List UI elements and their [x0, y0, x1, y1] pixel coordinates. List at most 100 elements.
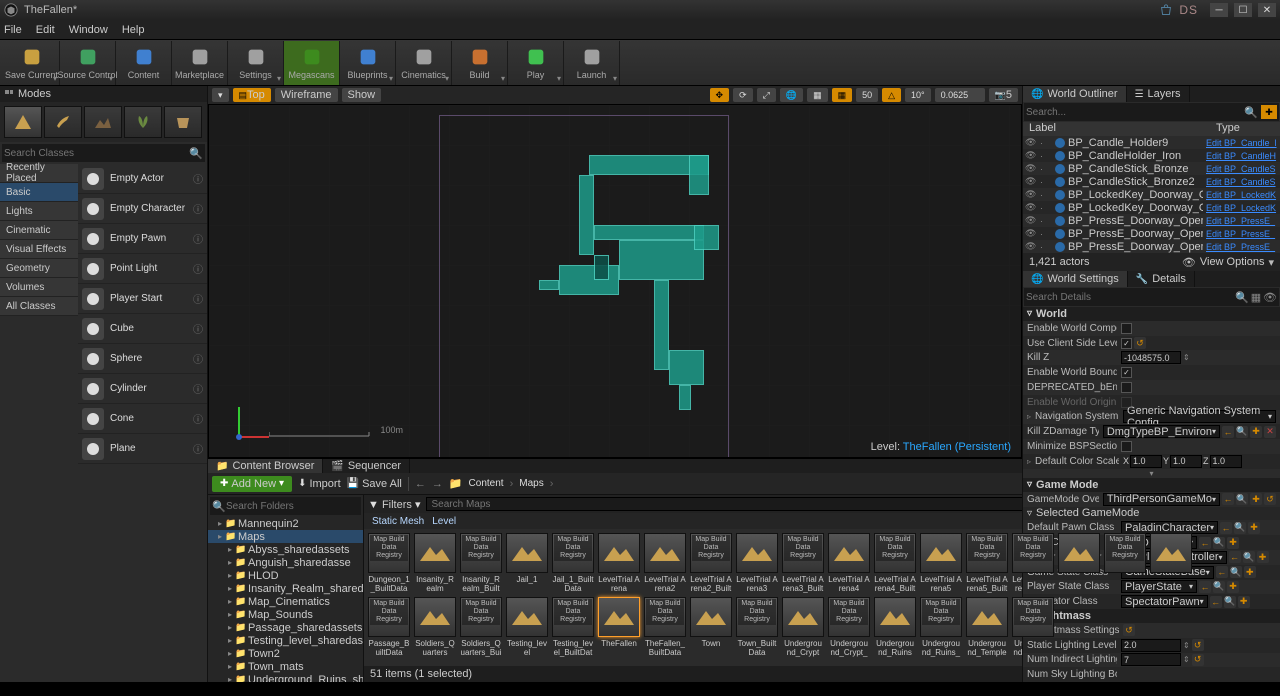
ps-combo[interactable]: PlayerState▾ [1121, 580, 1197, 593]
visibility-icon[interactable]: 👁 [1025, 241, 1037, 252]
folder-row[interactable]: ▸📁Testing_level_sharedassets [208, 634, 363, 647]
edit-link[interactable]: Edit BP_LockedK [1206, 190, 1278, 200]
outliner-row[interactable]: 👁·BP_LockedKey_Doorway_OpenCloseEdit BP_… [1023, 201, 1280, 214]
category-recently-placed[interactable]: Recently Placed [0, 164, 78, 183]
reset-icon[interactable]: ↺ [1123, 624, 1135, 636]
crumb-content[interactable]: Content [469, 478, 504, 489]
outliner-search-input[interactable] [1026, 107, 1243, 118]
tab-sequencer[interactable]: 🎬 Sequencer [323, 459, 410, 473]
place-item[interactable]: Coneⓘ [78, 404, 207, 434]
killz-input[interactable] [1121, 351, 1181, 364]
import-button[interactable]: ⬇ Import [298, 478, 341, 490]
info-icon[interactable]: ⓘ [193, 321, 203, 336]
transform-move[interactable]: ✥ [710, 88, 730, 102]
toolbar-launch[interactable]: Launch▾ [564, 41, 620, 85]
expand-arrow[interactable]: ▾ [1023, 469, 1280, 478]
close-button[interactable]: ✕ [1258, 3, 1276, 17]
minimize-button[interactable]: ─ [1210, 3, 1228, 17]
outliner-view-options[interactable]: 👁 View Options ▾ [1182, 256, 1274, 269]
spec-combo[interactable]: SpectatorPawn▾ [1121, 595, 1208, 608]
outliner-add-button[interactable]: ✚ [1261, 105, 1277, 119]
outliner-row[interactable]: 👁·BP_CandleHolder_IronEdit BP_CandleH [1023, 149, 1280, 162]
asset-item[interactable]: Map BuildData RegistryUnderground_Crypt_… [828, 597, 870, 657]
category-all-classes[interactable]: All Classes [0, 297, 78, 316]
asset-item[interactable]: Map BuildData RegistryDungeon_1_BuiltDat… [368, 533, 410, 593]
place-item[interactable]: Cylinderⓘ [78, 374, 207, 404]
nav-forward[interactable]: → [432, 478, 443, 490]
info-icon[interactable]: ⓘ [193, 411, 203, 426]
transform-rotate[interactable]: ⟳ [733, 88, 753, 102]
os-taskbar[interactable] [0, 682, 1280, 696]
mode-brush[interactable] [164, 106, 202, 138]
toolbar-play[interactable]: Play▾ [508, 41, 564, 85]
edit-link[interactable]: Edit BP_CandleS [1206, 177, 1278, 187]
menu-help[interactable]: Help [122, 24, 145, 36]
folder-row[interactable]: ▸📁Insanity_Realm_sharedass [208, 582, 363, 595]
visibility-icon[interactable]: 👁 [1025, 202, 1037, 213]
menu-file[interactable]: File [4, 24, 22, 36]
outliner-row[interactable]: 👁·BP_CandleStick_Bronze2Edit BP_CandleS [1023, 175, 1280, 188]
outliner-row[interactable]: 👁·BP_Candle_Holder9Edit BP_Candle_l [1023, 136, 1280, 149]
reset-icon[interactable]: ↺ [1134, 337, 1146, 349]
folder-row[interactable]: ▸📁Town_mats [208, 660, 363, 673]
folder-row[interactable]: ▸📁Passage_sharedassets [208, 621, 363, 634]
section-gamemode[interactable]: ▿ Game Mode [1023, 478, 1280, 492]
clear-icon[interactable]: ✕ [1264, 426, 1276, 438]
info-icon[interactable]: ⓘ [193, 171, 203, 186]
folder-row[interactable]: ▸📁HLOD [208, 569, 363, 582]
category-visual-effects[interactable]: Visual Effects [0, 240, 78, 259]
mode-paint[interactable] [44, 106, 82, 138]
info-icon[interactable]: ⓘ [193, 231, 203, 246]
toolbar-content[interactable]: Content [116, 41, 172, 85]
info-icon[interactable]: ⓘ [193, 201, 203, 216]
asset-item[interactable]: LevelTrial Arena [598, 533, 640, 593]
visibility-icon[interactable]: 👁 [1025, 163, 1037, 174]
asset-item[interactable]: Map BuildData RegistryJail_1_Built Data [552, 533, 594, 593]
grid-snap[interactable]: ▦ [832, 88, 853, 102]
asset-item[interactable]: Jail_1 [506, 533, 548, 593]
edit-link[interactable]: Edit BP_PressE_ [1206, 229, 1278, 239]
asset-item[interactable]: LevelTrial Arena4 [828, 533, 870, 593]
toolbar-marketplace[interactable]: Marketplace [172, 41, 228, 85]
visibility-icon[interactable]: 👁 [1025, 228, 1037, 239]
folders-search[interactable]: 🔍 [210, 497, 361, 515]
menu-window[interactable]: Window [69, 24, 108, 36]
colz[interactable] [1210, 455, 1242, 468]
chk-world-bounds[interactable]: ✓ [1121, 367, 1132, 378]
section-selected-gm[interactable]: ▿ Selected GameMode [1023, 507, 1280, 521]
toolbar-cinematics[interactable]: Cinematics▾ [396, 41, 452, 85]
asset-item[interactable]: Map BuildData RegistryLevelTrial Arena3_… [782, 533, 824, 593]
add-icon[interactable]: ✚ [1250, 426, 1262, 438]
category-volumes[interactable]: Volumes [0, 278, 78, 297]
asset-item[interactable]: LevelTrial Arena5 [920, 533, 962, 593]
visibility-icon[interactable]: 👁 [1025, 176, 1037, 187]
camera-speed[interactable]: 📷 5 [989, 88, 1018, 102]
asset-item[interactable]: Underground_Temple [966, 597, 1008, 657]
viewport-mode-button[interactable]: ▤ Top [233, 88, 271, 102]
browse-icon[interactable]: 🔍 [1236, 426, 1248, 438]
folder-row[interactable]: ▸📁Abyss_sharedassets [208, 543, 363, 556]
category-geometry[interactable]: Geometry [0, 259, 78, 278]
place-item[interactable]: Cubeⓘ [78, 314, 207, 344]
marketplace-icon[interactable] [1159, 3, 1173, 17]
toolbar-megascans[interactable]: Megascans [284, 41, 340, 85]
asset-item[interactable]: Map BuildData RegistryPassage_BuiltData [368, 597, 410, 657]
asset-item[interactable]: Map BuildData RegistryLevelTrial Arena2_… [690, 533, 732, 593]
filter-chip[interactable]: Level [432, 516, 456, 527]
chk-deprecated[interactable] [1121, 382, 1132, 393]
visibility-icon[interactable]: 👁 [1025, 150, 1037, 161]
save-all-button[interactable]: 💾 Save All [347, 478, 402, 490]
viewport-show-button[interactable]: Show [342, 88, 382, 102]
crumb-maps[interactable]: Maps [519, 478, 543, 489]
asset-item[interactable]: TheFallen [598, 597, 640, 657]
outliner-row[interactable]: 👁·BP_CandleStick_BronzeEdit BP_CandleS [1023, 162, 1280, 175]
edit-link[interactable]: Edit BP_PressE_ [1206, 242, 1278, 252]
asset-item[interactable]: Map BuildData RegistryUnderground_Ruins_… [920, 597, 962, 657]
viewport-menu-button[interactable]: ▾ [212, 88, 229, 102]
info-icon[interactable]: ⓘ [193, 351, 203, 366]
mode-place[interactable] [4, 106, 42, 138]
tab-details[interactable]: 🔧 Details [1128, 271, 1195, 287]
asset-item[interactable]: LevelTrial Arena3 [736, 533, 778, 593]
killzd-combo[interactable]: DmgTypeBP_Environ▾ [1103, 425, 1220, 438]
place-item[interactable]: Point Lightⓘ [78, 254, 207, 284]
